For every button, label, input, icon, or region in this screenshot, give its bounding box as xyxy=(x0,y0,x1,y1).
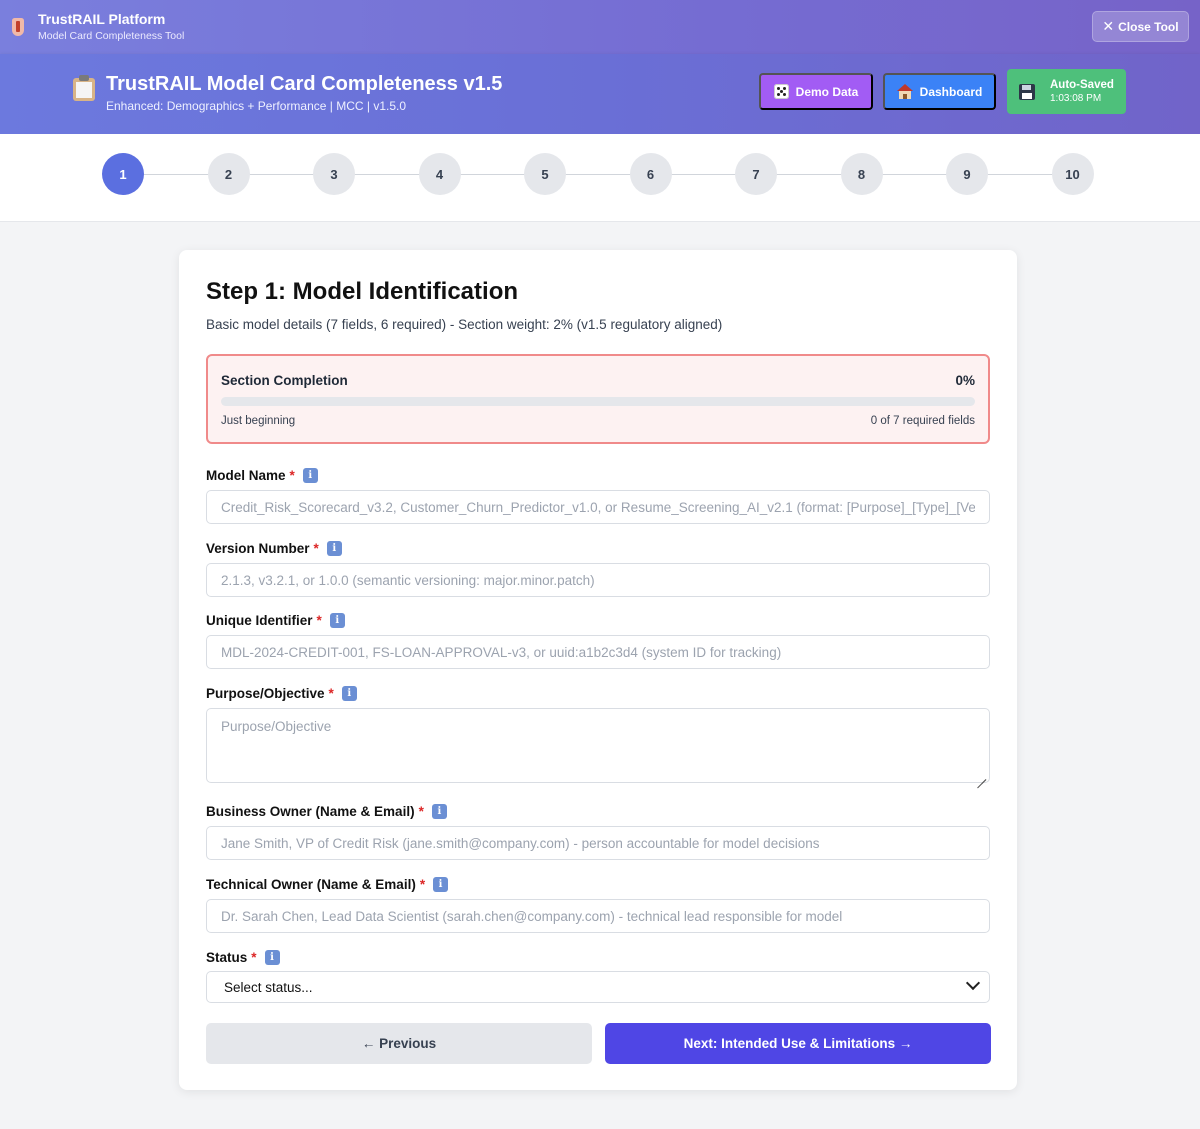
model-name-label: Model Name * i xyxy=(206,468,318,483)
clipboard-icon xyxy=(73,75,95,101)
required-marker: * xyxy=(289,468,295,483)
dashboard-button[interactable]: Dashboard xyxy=(883,73,996,110)
required-marker: * xyxy=(418,804,424,819)
status-selected-value: Select status... xyxy=(224,979,313,995)
required-marker: * xyxy=(251,950,257,965)
demo-data-button[interactable]: Demo Data xyxy=(759,73,873,110)
trustrail-shield-icon xyxy=(12,18,24,36)
technical-owner-input[interactable] xyxy=(206,899,990,933)
step-3[interactable]: 3 xyxy=(313,153,355,195)
step-card: Step 1: Model Identification Basic model… xyxy=(179,250,1017,1090)
floppy-disk-icon xyxy=(1019,83,1035,100)
platform-bar: TrustRAIL Platform Model Card Completene… xyxy=(0,0,1200,54)
auto-saved-label: Auto-Saved xyxy=(1050,78,1114,91)
purpose-objective-textarea[interactable] xyxy=(206,708,990,783)
info-icon[interactable]: i xyxy=(326,541,342,556)
unique-identifier-label: Unique Identifier * i xyxy=(206,613,345,628)
close-tool-button[interactable]: ✕ Close Tool xyxy=(1092,11,1189,42)
section-completion-panel: Section Completion 0% Just beginning 0 o… xyxy=(206,354,990,444)
close-tool-label: Close Tool xyxy=(1118,19,1179,34)
technical-owner-label-text: Technical Owner (Name & Email) xyxy=(206,877,416,892)
info-icon[interactable]: i xyxy=(433,877,449,892)
step-7[interactable]: 7 xyxy=(735,153,777,195)
required-marker: * xyxy=(313,541,319,556)
step-title: Step 1: Model Identification xyxy=(206,278,519,305)
business-owner-label-text: Business Owner (Name & Email) xyxy=(206,804,415,819)
dice-icon xyxy=(773,84,789,99)
step-connector-line xyxy=(123,174,1073,175)
version-number-label: Version Number * i xyxy=(206,541,342,556)
model-name-input[interactable] xyxy=(206,490,990,524)
platform-subtitle: Model Card Completeness Tool xyxy=(38,30,185,42)
section-completion-status: Just beginning xyxy=(221,415,296,427)
close-icon: ✕ xyxy=(1102,18,1115,34)
chevron-down-icon xyxy=(965,975,981,991)
textarea-resize-handle[interactable] xyxy=(976,770,986,780)
step-2[interactable]: 2 xyxy=(207,153,250,195)
step-5[interactable]: 5 xyxy=(524,153,566,195)
step-4[interactable]: 4 xyxy=(418,153,461,195)
status-select[interactable]: Select status... xyxy=(206,971,990,1003)
info-icon[interactable]: i xyxy=(302,468,318,483)
version-number-label-text: Version Number xyxy=(206,541,310,556)
auto-saved-time: 1:03:08 PM xyxy=(1050,92,1102,104)
section-completion-percent: 0% xyxy=(955,373,975,388)
page-subtitle: Enhanced: Demographics + Performance | M… xyxy=(106,99,407,113)
next-button[interactable]: Next: Intended Use & Limitations → xyxy=(605,1023,991,1064)
dashboard-label: Dashboard xyxy=(919,84,983,99)
house-icon xyxy=(896,84,913,99)
step-1[interactable]: 1 xyxy=(102,153,144,195)
previous-button[interactable]: ← Previous xyxy=(206,1023,592,1064)
step-9[interactable]: 9 xyxy=(946,153,988,195)
step-subtitle: Basic model details (7 fields, 6 require… xyxy=(206,317,723,332)
section-completion-bar xyxy=(221,397,975,406)
step-8[interactable]: 8 xyxy=(840,153,883,195)
info-icon[interactable]: i xyxy=(341,686,357,701)
required-marker: * xyxy=(419,877,426,892)
step-6[interactable]: 6 xyxy=(629,153,672,195)
model-name-label-text: Model Name xyxy=(206,468,286,483)
business-owner-label: Business Owner (Name & Email) * i xyxy=(206,804,447,819)
status-label: Status * i xyxy=(206,950,280,965)
purpose-objective-label-text: Purpose/Objective xyxy=(206,686,325,701)
info-icon[interactable]: i xyxy=(264,950,280,965)
status-label-text: Status xyxy=(206,950,248,965)
platform-branding: TrustRAIL Platform Model Card Completene… xyxy=(38,10,184,44)
version-number-input[interactable] xyxy=(206,563,990,597)
unique-identifier-label-text: Unique Identifier xyxy=(206,613,313,628)
step-10[interactable]: 10 xyxy=(1051,153,1094,195)
platform-title: TrustRAIL Platform xyxy=(38,11,166,27)
info-icon[interactable]: i xyxy=(431,804,447,819)
demo-data-label: Demo Data xyxy=(795,84,859,99)
technical-owner-label: Technical Owner (Name & Email) * i xyxy=(206,877,449,892)
required-marker: * xyxy=(316,613,322,628)
business-owner-input[interactable] xyxy=(206,826,990,860)
required-marker: * xyxy=(328,686,334,701)
app-header: TrustRAIL Model Card Completeness v1.5 E… xyxy=(0,54,1200,134)
unique-identifier-input[interactable] xyxy=(206,635,990,669)
auto-saved-indicator: Auto-Saved 1:03:08 PM xyxy=(1007,69,1126,114)
section-completion-label: Section Completion xyxy=(221,373,348,388)
purpose-objective-label: Purpose/Objective * i xyxy=(206,686,357,701)
page-title: TrustRAIL Model Card Completeness v1.5 xyxy=(106,73,503,95)
section-completion-count: 0 of 7 required fields xyxy=(870,415,975,427)
info-icon[interactable]: i xyxy=(329,613,345,628)
step-progress: 1 2 3 4 5 6 7 8 9 10 xyxy=(0,134,1200,222)
